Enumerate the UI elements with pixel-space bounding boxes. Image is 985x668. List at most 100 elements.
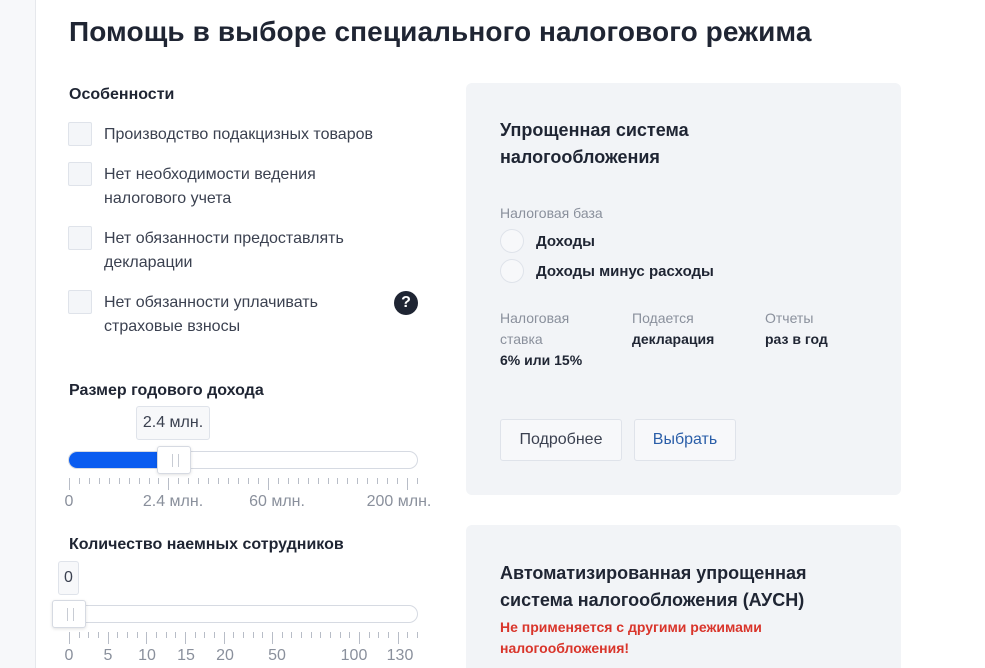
scale-tick	[119, 478, 120, 484]
scale-tick	[282, 632, 283, 638]
employees-scale-label: 20	[216, 647, 234, 664]
checkbox-label: Нет обязанности предоставлять декларации	[104, 230, 344, 271]
left-gutter	[0, 0, 36, 668]
employees-scale-label: 50	[268, 647, 286, 664]
scale-tick	[98, 632, 99, 638]
income-value-bubble: 2.4 млн.	[136, 406, 210, 440]
scale-tick	[195, 632, 196, 638]
info-label: Отчеты	[765, 310, 814, 326]
income-scale-ticks	[68, 478, 418, 490]
card-title-line: система налогообложения (АУСН)	[500, 590, 805, 610]
warning-line: налогообложения!	[500, 640, 630, 656]
features-title: Особенности	[69, 86, 175, 103]
details-button[interactable]: Подробнее	[500, 419, 622, 461]
radio-button[interactable]	[500, 229, 524, 253]
income-slider-track[interactable]	[68, 451, 418, 469]
feature-no-declarations[interactable]: Нет обязанности предоставлять декларации	[68, 226, 374, 275]
scale-tick	[311, 632, 312, 638]
info-value: раз в год	[765, 331, 828, 347]
scale-tick	[89, 478, 90, 484]
scale-tick	[158, 478, 159, 484]
scale-tick	[253, 632, 254, 638]
card-title: Упрощенная система налогообложения	[500, 117, 689, 171]
scale-tick	[166, 632, 167, 638]
tax-base-option-income[interactable]: Доходы	[500, 229, 595, 253]
scale-tick	[328, 478, 329, 484]
scale-tick	[359, 632, 360, 644]
warning-line: Не применяется с другими режимами	[500, 619, 762, 635]
employees-slider-track[interactable]	[68, 605, 418, 623]
feature-excise-goods[interactable]: Производство подакцизных товаров	[68, 122, 404, 147]
tax-base-label: Налоговая база	[500, 205, 603, 221]
scale-tick	[417, 478, 418, 484]
checkbox[interactable]	[68, 122, 92, 146]
scale-tick	[129, 478, 130, 484]
scale-tick	[117, 632, 118, 638]
employees-scale-label: 130	[386, 647, 414, 664]
scale-tick	[109, 478, 110, 484]
income-scale-label: 0	[64, 493, 74, 510]
employees-scale-label: 5	[103, 647, 113, 664]
employees-scale-ticks	[68, 632, 418, 644]
scale-tick	[198, 478, 199, 484]
scale-tick	[168, 478, 169, 490]
card-title-line: Автоматизированная упрощенная	[500, 563, 807, 583]
checkbox-label: Производство подакцизных товаров	[104, 126, 373, 143]
tax-base-option-income-minus-expenses[interactable]: Доходы минус расходы	[500, 259, 714, 283]
choose-button[interactable]: Выбрать	[634, 419, 736, 461]
income-scale-label: 200 млн.	[366, 493, 432, 510]
checkbox[interactable]	[68, 226, 92, 250]
radio-label: Доходы минус расходы	[536, 262, 714, 280]
info-label: Налоговая	[500, 310, 570, 326]
info-reports: Отчеты раз в год	[765, 308, 875, 350]
scale-tick	[320, 632, 321, 638]
income-title: Размер годового дохода	[69, 382, 264, 399]
scale-tick	[388, 632, 389, 638]
scale-tick	[185, 632, 186, 644]
scale-tick	[243, 632, 244, 638]
feature-no-insurance-contributions[interactable]: Нет обязанности уплачивать страховые взн…	[68, 290, 344, 339]
scale-tick	[238, 478, 239, 484]
regime-card-ausn: Автоматизированная упрощенная система на…	[466, 525, 901, 668]
scale-tick	[387, 478, 388, 484]
checkbox[interactable]	[68, 162, 92, 186]
scale-tick	[357, 478, 358, 484]
scale-tick	[224, 632, 225, 644]
scale-tick	[377, 478, 378, 484]
radio-label: Доходы	[536, 232, 595, 250]
scale-tick	[208, 478, 209, 484]
scale-tick	[233, 632, 234, 638]
scale-tick	[417, 632, 418, 638]
scale-tick	[301, 632, 302, 638]
scale-tick	[204, 632, 205, 638]
card-title-line: Упрощенная система	[500, 120, 689, 140]
checkbox-label: Нет необходимости ведения налогового уче…	[104, 166, 316, 207]
checkbox[interactable]	[68, 290, 92, 314]
scale-tick	[149, 478, 150, 484]
scale-tick	[347, 478, 348, 484]
scale-tick	[139, 478, 140, 484]
info-filing: Подается декларация	[632, 308, 742, 350]
info-value: декларация	[632, 331, 715, 347]
income-slider-handle[interactable]	[157, 446, 191, 474]
scale-tick	[397, 478, 398, 484]
warning-text: Не применяется с другими режимами налого…	[500, 617, 762, 659]
employees-scale-label: 15	[177, 647, 195, 664]
card-title: Автоматизированная упрощенная система на…	[500, 560, 807, 614]
employees-value-bubble: 0	[58, 561, 79, 595]
help-icon[interactable]: ?	[394, 291, 418, 315]
scale-tick	[99, 478, 100, 484]
card-title-line: налогообложения	[500, 147, 660, 167]
scale-tick	[407, 478, 408, 490]
scale-tick	[330, 632, 331, 638]
employees-slider-handle[interactable]	[52, 600, 86, 628]
employees-scale-label: 100	[340, 647, 368, 664]
feature-no-tax-accounting[interactable]: Нет необходимости ведения налогового уче…	[68, 162, 344, 211]
scale-tick	[69, 478, 70, 490]
info-tax-rate: Налоговая ставка 6% или 15%	[500, 308, 610, 371]
income-scale-label: 2.4 млн.	[142, 493, 204, 510]
radio-button[interactable]	[500, 259, 524, 283]
scale-tick	[272, 632, 273, 644]
scale-tick	[88, 632, 89, 638]
scale-tick	[298, 478, 299, 484]
